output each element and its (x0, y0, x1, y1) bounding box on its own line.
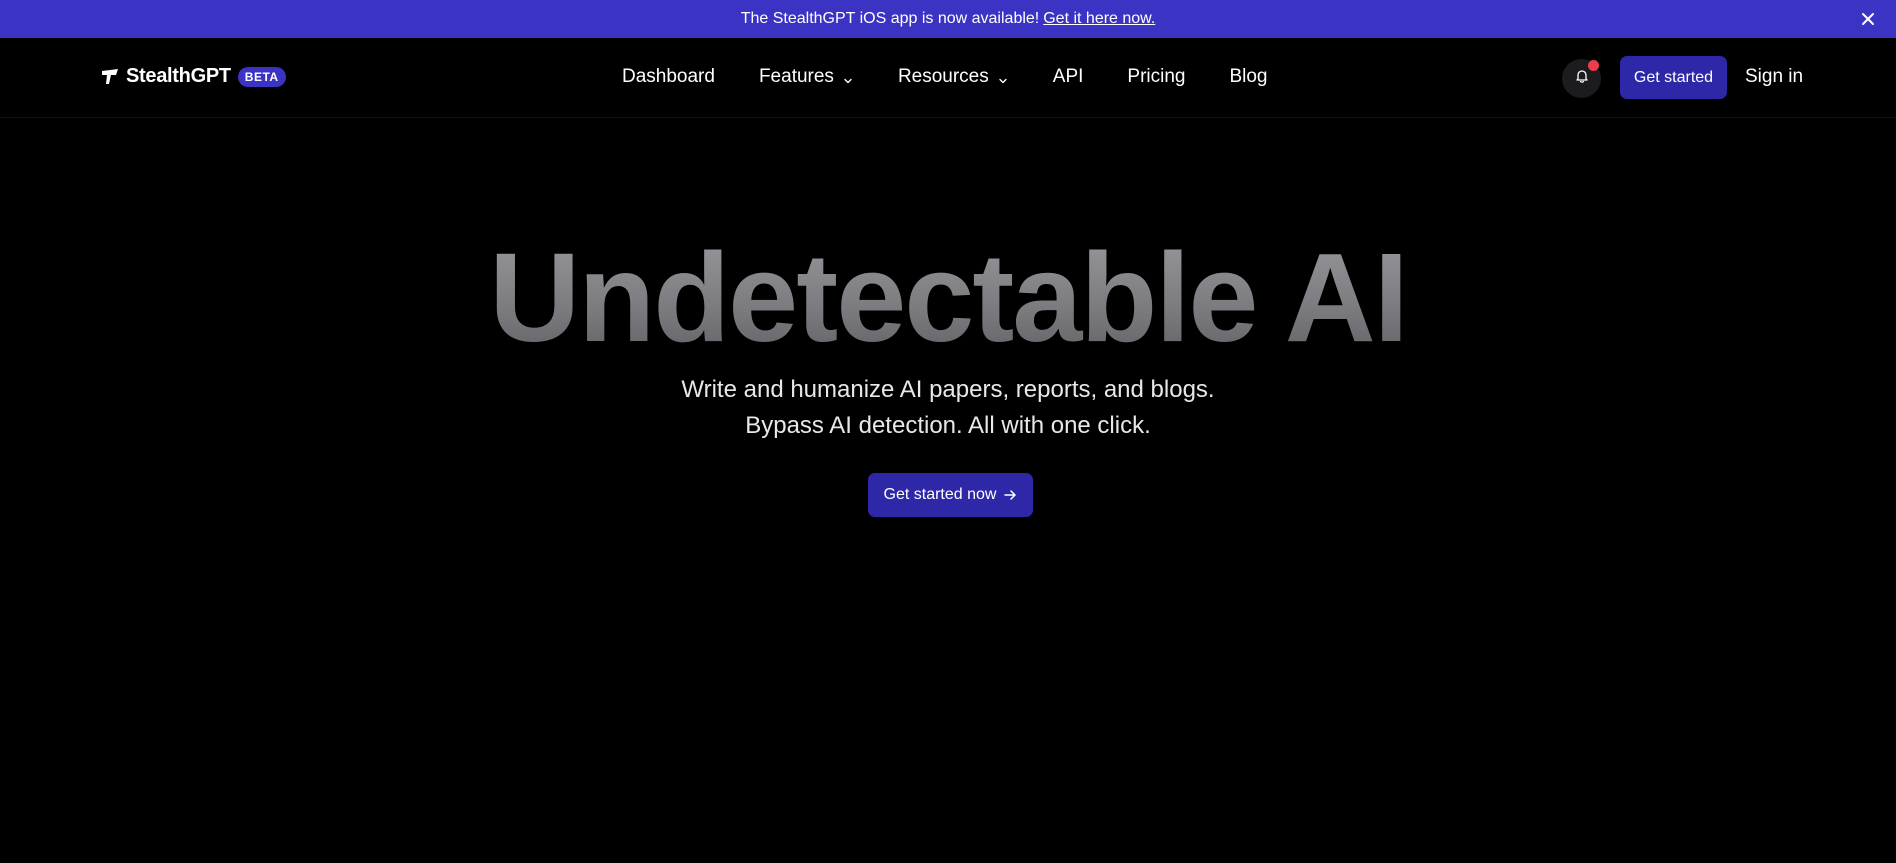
main-nav: Dashboard Features Resources API Pricing (622, 66, 1268, 88)
nav-api[interactable]: API (1053, 66, 1084, 88)
nav-pricing-label: Pricing (1127, 66, 1186, 87)
hero-subtitle: Write and humanize AI papers, reports, a… (681, 376, 1215, 439)
chevron-down-icon (997, 71, 1009, 84)
hero-title: Undetectable AI (0, 228, 1896, 368)
nav-api-label: API (1052, 66, 1084, 87)
nav-resources[interactable]: Resources (898, 66, 1009, 88)
nav-resources-label: Resources (897, 66, 989, 87)
nav-features[interactable]: Features (759, 66, 854, 88)
banner-link[interactable]: Get it here now. (1043, 10, 1155, 28)
nav-blog-label: Blog (1229, 66, 1268, 87)
arrow-right-icon (1003, 488, 1017, 502)
notification-dot (1588, 60, 1599, 71)
notifications-button[interactable] (1562, 59, 1601, 98)
beta-badge: BETA (237, 66, 286, 87)
bell-icon (1574, 68, 1590, 89)
get-started-now-button[interactable]: Get started now (868, 473, 1033, 517)
banner-message: The StealthGPT iOS app is now available! (740, 10, 1040, 27)
announcement-banner: The StealthGPT iOS app is now available!… (0, 0, 1896, 38)
nav-pricing[interactable]: Pricing (1127, 66, 1185, 88)
logo-text: StealthGPT (126, 65, 231, 87)
nav-dashboard[interactable]: Dashboard (622, 66, 715, 88)
close-icon[interactable] (1858, 9, 1878, 29)
logo[interactable]: StealthGPT BETA (100, 65, 286, 88)
nav-features-label: Features (758, 66, 834, 87)
nav-dashboard-label: Dashboard (622, 66, 715, 87)
top-navigation: StealthGPT BETA Dashboard Features Resou… (0, 38, 1896, 118)
nav-blog[interactable]: Blog (1229, 66, 1267, 88)
logo-icon (100, 67, 120, 87)
chevron-down-icon (842, 71, 854, 84)
sign-in-link[interactable]: Sign in (1745, 66, 1803, 88)
get-started-button[interactable]: Get started (1620, 56, 1727, 99)
get-started-now-label: Get started now (883, 486, 997, 503)
